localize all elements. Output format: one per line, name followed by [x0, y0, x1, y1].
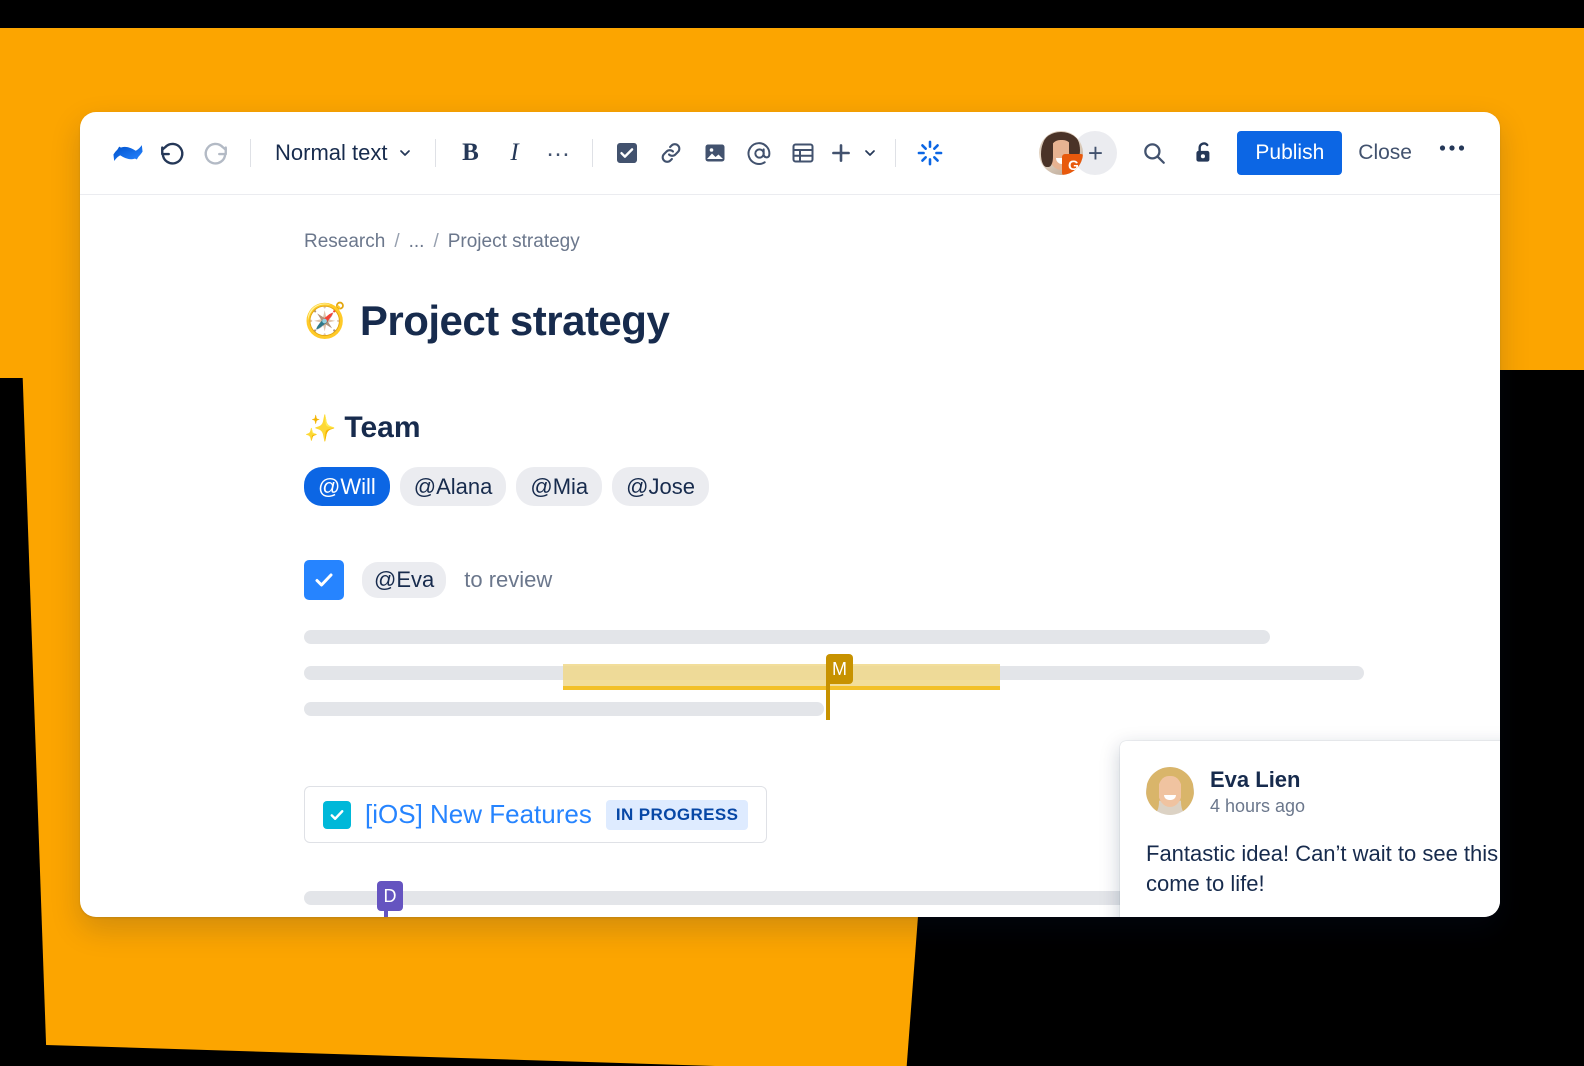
jira-issue-card[interactable]: [iOS] New Features IN PROGRESS: [304, 786, 768, 844]
unlock-icon[interactable]: [1179, 133, 1229, 173]
team-mention-chips: @Will @Alana @Mia @Jose: [80, 467, 1500, 507]
jira-issue-title[interactable]: [iOS] New Features: [365, 799, 592, 830]
mention-icon[interactable]: [737, 133, 781, 173]
jira-issue-checkbox[interactable]: [323, 800, 351, 829]
undo-icon[interactable]: [150, 133, 194, 173]
toolbar-divider: [592, 139, 594, 167]
collaborator-initial: M: [832, 658, 847, 679]
toolbar-divider: [435, 139, 437, 167]
task-checkbox[interactable]: [304, 560, 344, 601]
sparkles-emoji-icon: ✨: [304, 412, 337, 443]
breadcrumb-separator: /: [433, 231, 439, 252]
collaborator-selection-highlight: [563, 664, 1000, 691]
placeholder-line: [304, 630, 1270, 645]
toolbar-divider: [250, 139, 251, 167]
insert-chevron-down-icon[interactable]: [857, 133, 883, 173]
insert-plus-icon[interactable]: [825, 133, 857, 173]
collaborator-avatars: G +: [1039, 131, 1118, 175]
content-placeholder-block-1: M: [80, 630, 1500, 721]
breadcrumb: Research / ... / Project strategy: [80, 231, 1500, 253]
image-icon[interactable]: [693, 133, 737, 173]
inline-comment-popup: Eva Lien 4 hours ago Fantastic idea! Can…: [1120, 741, 1500, 917]
atlassian-intelligence-icon[interactable]: [908, 133, 952, 173]
link-icon[interactable]: [649, 133, 693, 173]
more-formatting-button[interactable]: …: [536, 133, 580, 173]
toolbar-left-group: Normal text B I …: [106, 131, 1039, 175]
avatar[interactable]: G: [1039, 131, 1084, 175]
action-item-row: @Eva to review: [80, 560, 1500, 601]
mention-chip-eva[interactable]: @Eva: [362, 562, 447, 599]
background-orange-connector: [0, 368, 24, 378]
comment-author-avatar: [1146, 767, 1194, 815]
page-title-text: Project strategy: [359, 297, 670, 344]
bold-button[interactable]: B: [448, 133, 492, 173]
redo-icon[interactable]: [194, 133, 238, 173]
screenshot-stage: Normal text B I … G + Publish Close Rese…: [0, 0, 1584, 1066]
comment-author-meta: Eva Lien 4 hours ago: [1210, 767, 1305, 817]
toolbar-right-group: G + Publish Close: [1039, 131, 1476, 175]
search-icon[interactable]: [1129, 133, 1179, 173]
mention-chip-alana[interactable]: @Alana: [399, 467, 507, 507]
section-heading-label: Team: [344, 411, 421, 444]
page-title: 🧭 Project strategy: [80, 297, 1500, 345]
breadcrumb-ellipsis[interactable]: ...: [409, 231, 425, 253]
breadcrumb-separator: /: [394, 231, 400, 252]
breadcrumb-item-current[interactable]: Project strategy: [448, 231, 580, 253]
comment-timestamp: 4 hours ago: [1210, 796, 1306, 816]
table-icon[interactable]: [781, 133, 825, 173]
breadcrumb-item-research[interactable]: Research: [304, 231, 385, 253]
compass-emoji-icon[interactable]: 🧭: [304, 304, 346, 338]
task-text: to review: [464, 567, 553, 593]
comment-body-text: Fantastic idea! Can’t wait to see this c…: [1146, 841, 1499, 897]
mention-chip-will[interactable]: @Will: [304, 467, 390, 507]
mention-chip-jose[interactable]: @Jose: [612, 467, 709, 507]
italic-button[interactable]: I: [492, 133, 536, 173]
collaborator-initial: D: [383, 885, 397, 906]
avatar-badge: G: [1062, 154, 1084, 175]
text-style-label: Normal text: [275, 140, 388, 165]
jira-issue-status-badge: IN PROGRESS: [605, 799, 749, 830]
placeholder-line: [304, 702, 824, 717]
close-button[interactable]: Close: [1342, 131, 1428, 175]
mention-chip-mia[interactable]: @Mia: [516, 467, 603, 507]
publish-button[interactable]: Publish: [1237, 131, 1343, 175]
collaborator-label-m: M: [826, 654, 853, 685]
text-style-select[interactable]: Normal text: [263, 134, 423, 172]
chevron-down-icon: [400, 150, 411, 156]
confluence-logo-icon[interactable]: [106, 131, 150, 175]
section-heading-team: ✨ Team: [80, 411, 1500, 445]
comment-author-name: Eva Lien: [1210, 767, 1301, 792]
toolbar-divider: [895, 139, 897, 167]
checkbox-icon[interactable]: [605, 133, 649, 173]
collaborator-label-d: D: [377, 881, 403, 912]
confluence-editor-window: Normal text B I … G + Publish Close Rese…: [80, 112, 1500, 917]
editor-toolbar: Normal text B I … G + Publish Close: [80, 112, 1500, 195]
comment-header: Eva Lien 4 hours ago: [1146, 767, 1500, 817]
more-actions-button[interactable]: [1428, 133, 1476, 173]
